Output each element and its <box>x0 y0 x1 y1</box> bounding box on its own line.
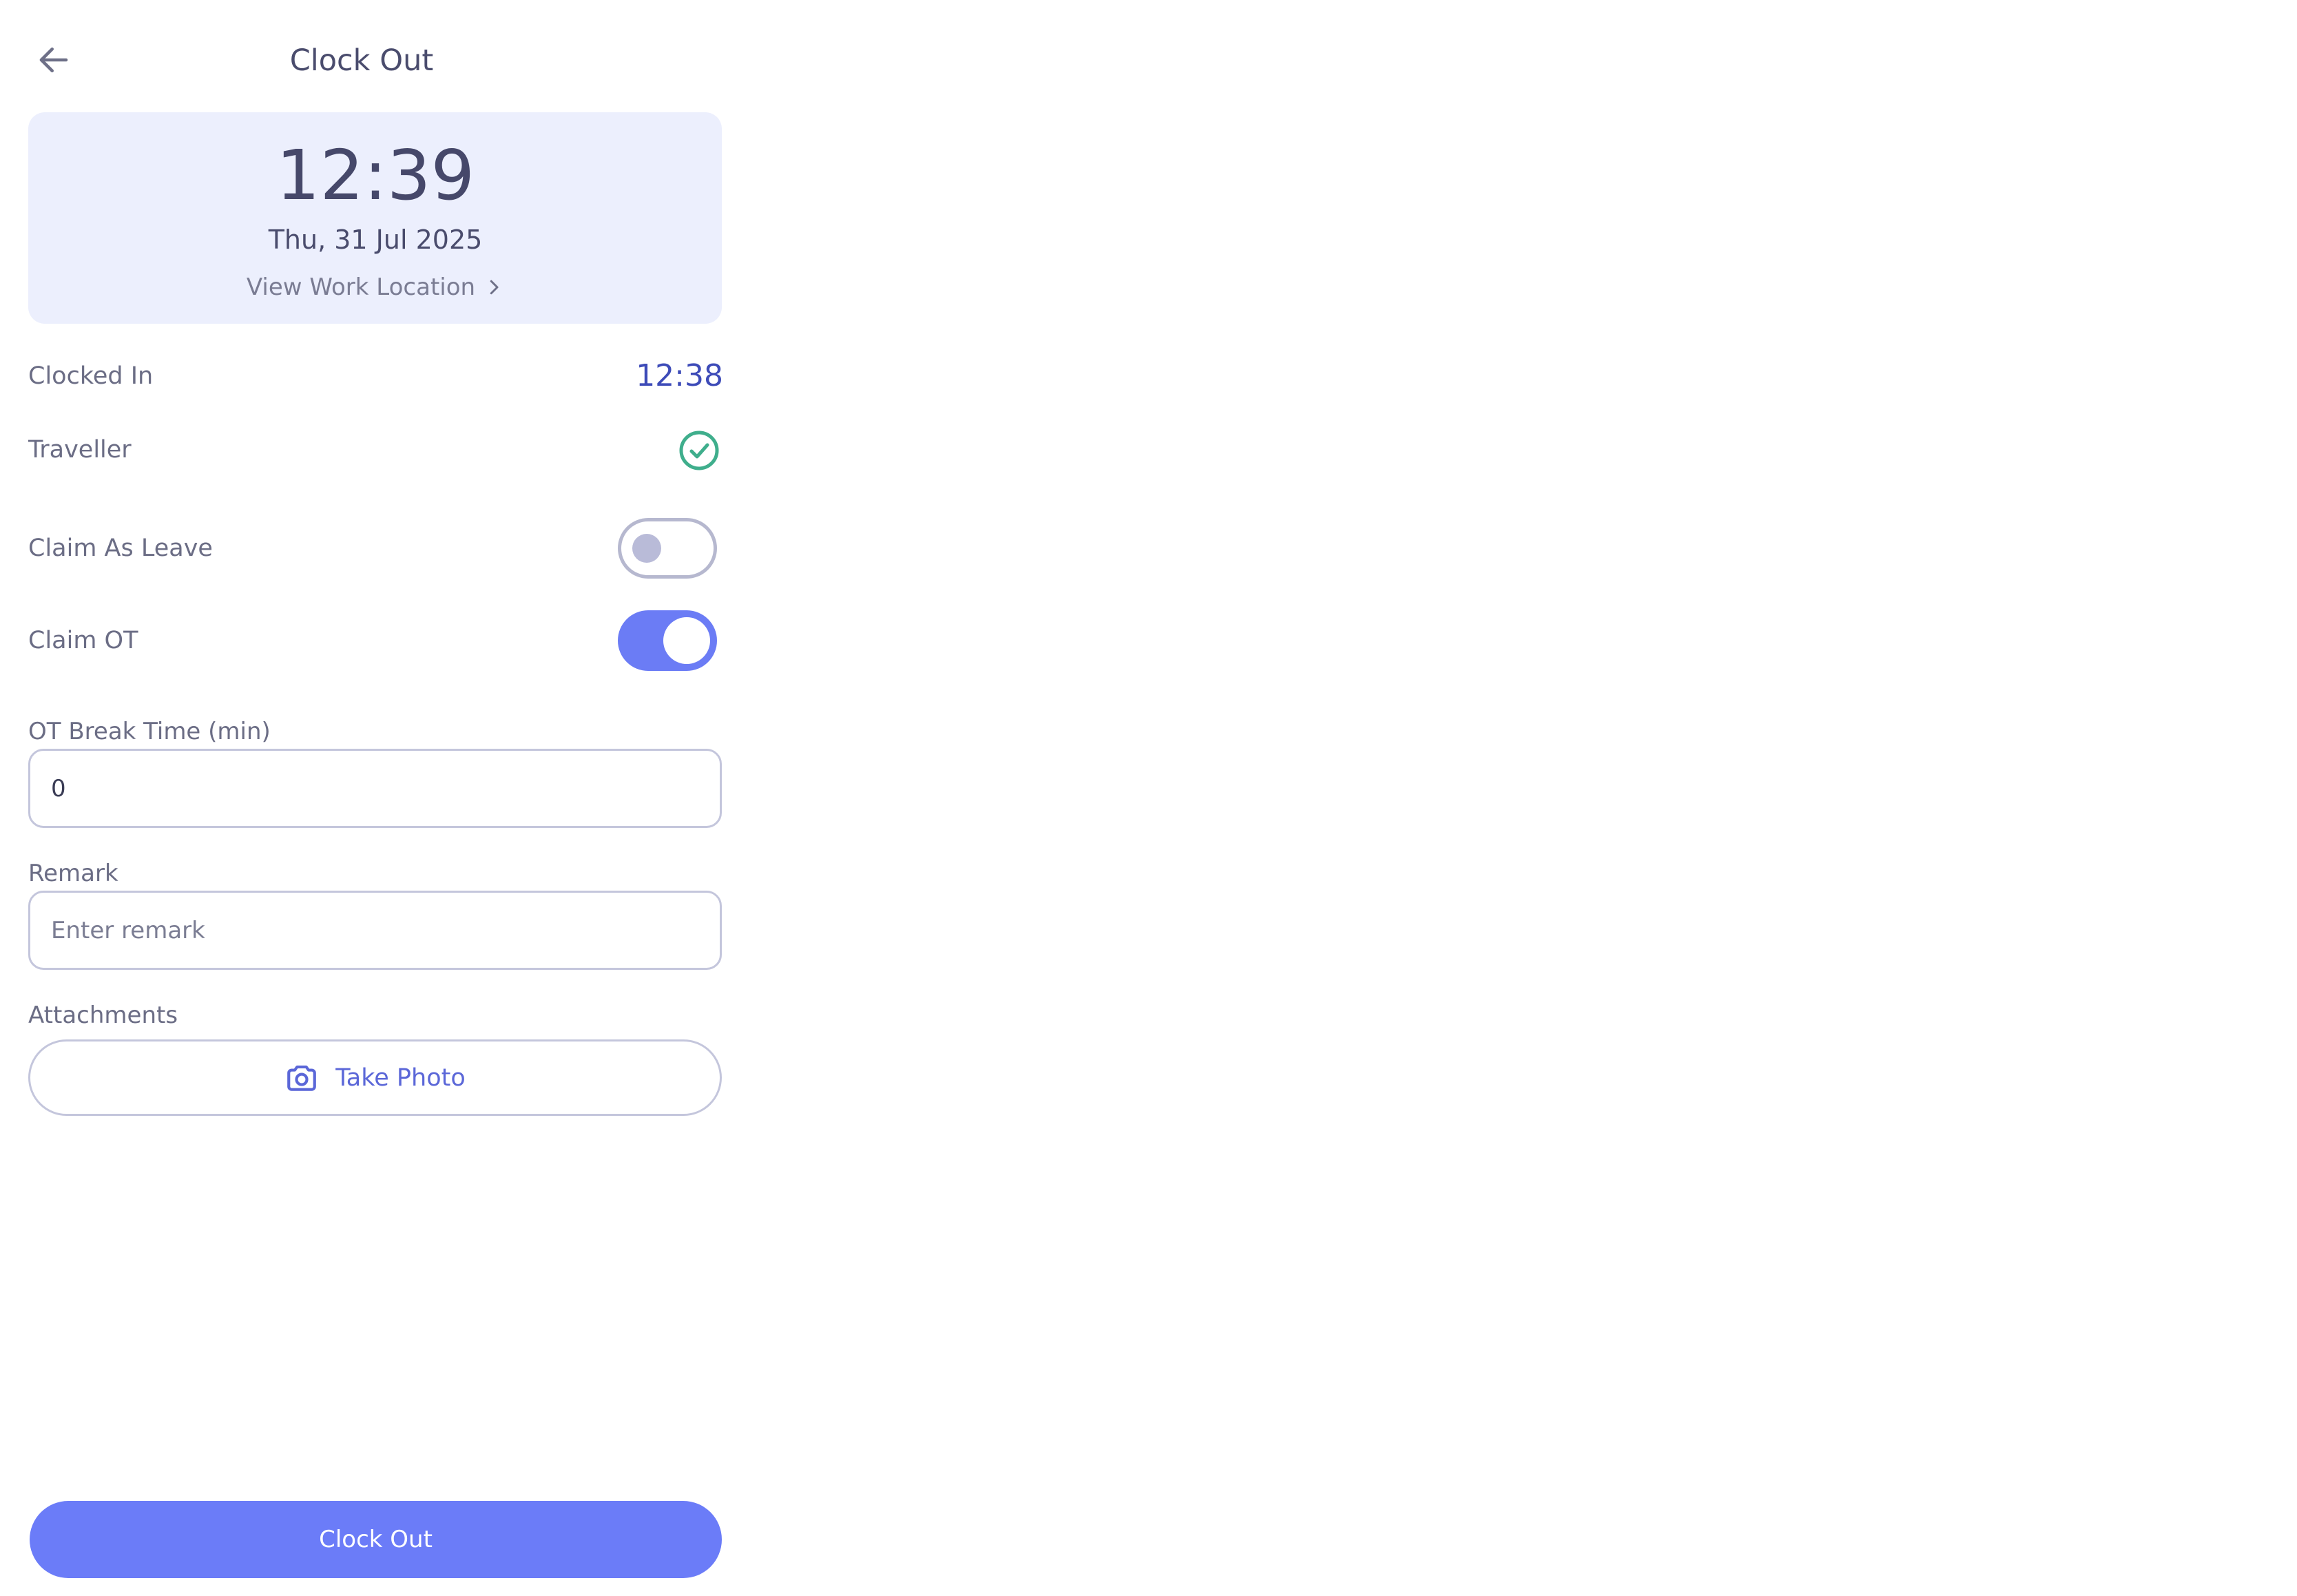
check-circle-icon <box>678 430 720 471</box>
take-photo-label: Take Photo <box>335 1064 466 1092</box>
current-date: Thu, 31 Jul 2025 <box>268 225 483 255</box>
clock-out-panel: Clock Out 12:39 Thu, 31 Jul 2025 View Wo… <box>0 0 723 1596</box>
camera-icon <box>287 1065 317 1091</box>
clocked-in-time: 12:38 <box>636 358 723 393</box>
take-photo-button[interactable]: Take Photo <box>28 1039 722 1116</box>
page-title: Clock Out <box>289 43 434 78</box>
traveller-label: Traveller <box>28 436 132 464</box>
claim-ot-label: Claim OT <box>28 627 138 654</box>
current-time: 12:39 <box>276 135 475 216</box>
remark-input[interactable] <box>28 891 722 970</box>
ot-break-time-label: OT Break Time (min) <box>28 718 271 745</box>
remark-label: Remark <box>28 860 118 887</box>
chevron-right-icon <box>490 280 499 295</box>
attachments-label: Attachments <box>28 1002 178 1029</box>
view-work-location-label: View Work Location <box>246 273 476 301</box>
app-root: Clock Out 12:39 Thu, 31 Jul 2025 View Wo… <box>0 0 2297 1596</box>
clock-out-button[interactable]: Clock Out <box>30 1501 722 1578</box>
view-work-location-link[interactable]: View Work Location <box>220 270 530 304</box>
ot-break-time-input[interactable] <box>28 749 722 828</box>
arrow-left-icon <box>39 48 68 72</box>
claim-as-leave-toggle[interactable] <box>618 518 717 579</box>
claim-ot-toggle[interactable] <box>618 610 717 671</box>
clock-out-button-label: Clock Out <box>319 1526 433 1553</box>
clocked-in-label: Clocked In <box>28 362 154 390</box>
back-button[interactable] <box>32 40 76 80</box>
claim-as-leave-label: Claim As Leave <box>28 535 213 562</box>
toggle-knob <box>632 534 661 563</box>
toggle-knob <box>663 617 710 664</box>
